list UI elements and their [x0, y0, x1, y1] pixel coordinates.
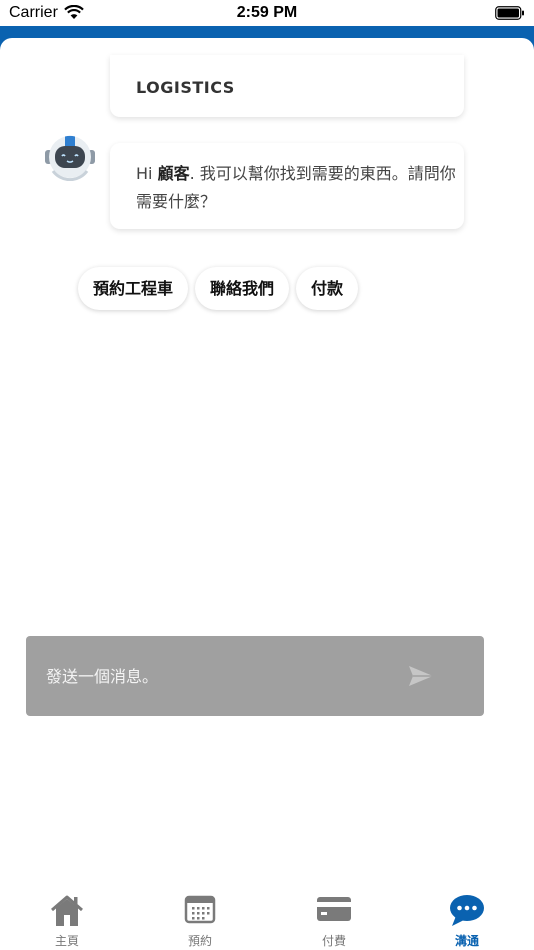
tab-payment-label: 付費 [321, 934, 346, 948]
tab-booking[interactable]: 預約 [133, 884, 267, 950]
tab-bar: 主頁 預約 付費 溝通 [0, 884, 534, 950]
greeting-name: 顧客 [157, 164, 190, 183]
send-icon[interactable] [407, 664, 435, 688]
tab-chat[interactable]: 溝通 [400, 884, 534, 950]
home-icon [51, 895, 83, 926]
tab-chat-label: 溝通 [454, 934, 479, 948]
quick-reply-payment[interactable]: 付款 [296, 267, 359, 310]
credit-card-icon [317, 897, 351, 921]
message-input[interactable] [46, 662, 406, 690]
quick-reply-contact-us[interactable]: 聯絡我們 [195, 267, 290, 310]
status-time: 2:59 PM [236, 4, 298, 21]
tab-booking-label: 預約 [187, 934, 212, 948]
quick-replies: 預約工程車 聯絡我們 付款 [78, 267, 359, 310]
greeting-prefix: Hi [136, 164, 158, 183]
chat-bubble-icon [450, 895, 484, 926]
bot-message-card: LOGISTICS [110, 55, 464, 117]
bot-greeting-bubble: Hi 顧客. 我可以幫你找到需要的東西。請問你需要什麼？ [110, 143, 464, 229]
quick-reply-book-truck[interactable]: 預約工程車 [78, 267, 189, 310]
calendar-icon [184, 895, 216, 924]
battery-icon [495, 6, 524, 20]
tab-home[interactable]: 主頁 [0, 884, 134, 950]
message-composer [26, 636, 484, 716]
status-bar: Carrier 2:59 PM [0, 0, 534, 26]
message-card-title: LOGISTICS [136, 78, 235, 97]
tab-payment[interactable]: 付費 [267, 884, 401, 950]
bot-avatar-icon [45, 135, 95, 181]
tab-home-label: 主頁 [54, 934, 79, 948]
greeting-message: Hi 顧客. 我可以幫你找到需要的東西。請問你需要什麼？ [136, 160, 456, 216]
